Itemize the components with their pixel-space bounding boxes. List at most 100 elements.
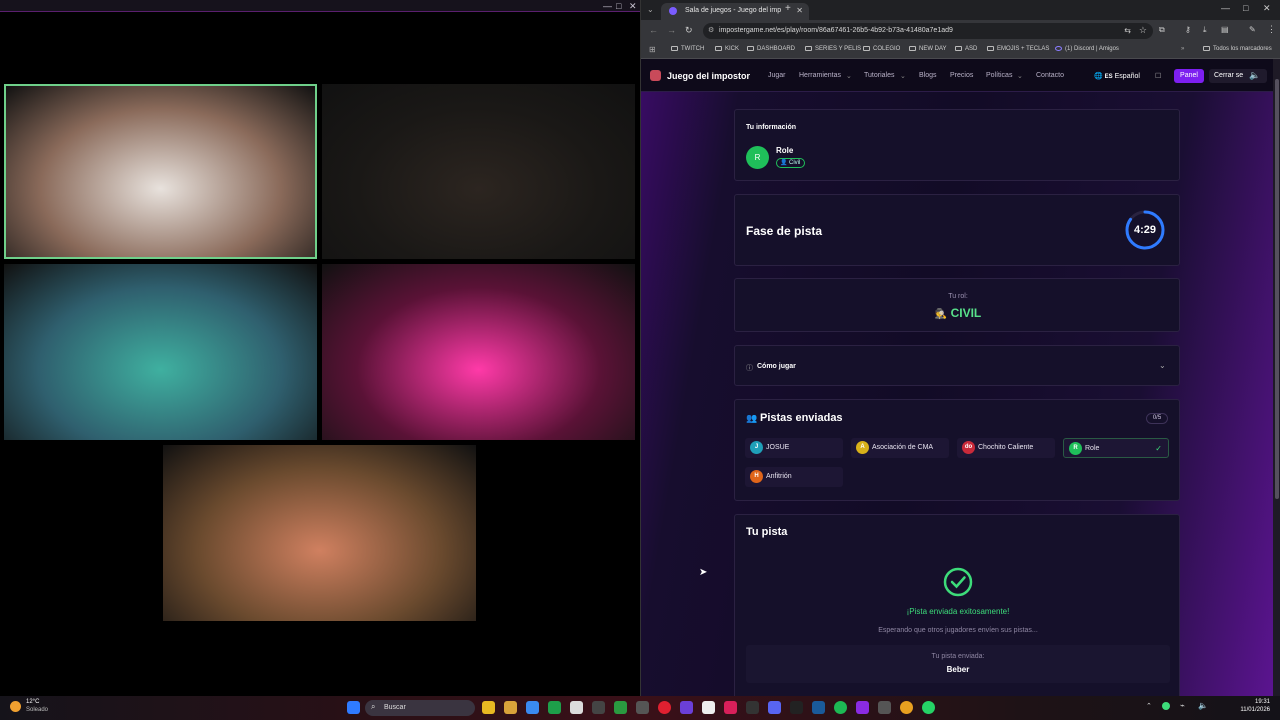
clock-date[interactable]: 11/01/2026 — [1230, 707, 1270, 713]
nav-precios[interactable]: Precios — [950, 72, 973, 79]
tab-search-icon[interactable]: ⌄ — [647, 5, 654, 14]
menu-icon[interactable]: ⋮ — [1267, 24, 1276, 35]
chevron-down-icon: ⌄ — [1017, 73, 1023, 80]
game-page: Juego del impostor Jugar Herramientas ⌄ … — [641, 59, 1273, 696]
brand-name[interactable]: Juego del impostor — [667, 71, 750, 81]
app-icon[interactable] — [526, 701, 539, 714]
tray-chevron-icon[interactable]: ⌃ — [1146, 702, 1152, 710]
bookmark-star-icon[interactable]: ☆ — [1139, 25, 1147, 36]
page-scrollbar[interactable] — [1273, 59, 1280, 696]
bookmark-all[interactable]: Todos los marcadores — [1203, 46, 1272, 52]
weather-sun-icon — [10, 701, 21, 712]
nav-contacto[interactable]: Contacto — [1036, 72, 1064, 79]
window-minimize-button[interactable]: — — [1221, 3, 1230, 13]
mouse-cursor-icon: ➤ — [699, 567, 708, 578]
weather-temp[interactable]: 12°C — [26, 699, 39, 705]
app-icon[interactable] — [570, 701, 583, 714]
windows-start-icon[interactable] — [347, 701, 360, 714]
tab-close-icon[interactable]: ✕ — [796, 6, 803, 15]
app-icon[interactable] — [856, 701, 869, 714]
detective-icon: 🕵 — [934, 309, 948, 320]
bookmark-emojis[interactable]: EMOJIS + TECLAS — [987, 46, 1049, 52]
player-chip: A Asociación de CMA — [851, 438, 949, 458]
clock-time[interactable]: 19:31 — [1238, 699, 1270, 705]
minimize-button[interactable]: — — [603, 1, 612, 11]
window-close-button[interactable]: ✕ — [1263, 3, 1271, 14]
app-icon[interactable] — [790, 701, 803, 714]
webcam-mid-left — [4, 264, 317, 440]
tray-app-icon[interactable] — [1162, 702, 1170, 710]
app-icon[interactable] — [680, 701, 693, 714]
nav-jugar[interactable]: Jugar — [768, 72, 786, 79]
profile-icon[interactable]: ✎ — [1249, 25, 1256, 34]
obs-icon[interactable] — [658, 701, 671, 714]
avatar: R — [746, 146, 769, 169]
bookmark-series[interactable]: SERIES Y PELIS — [805, 46, 861, 52]
app-icon[interactable] — [702, 701, 715, 714]
volume-icon[interactable]: 🔈 — [1198, 701, 1208, 710]
steam-icon[interactable] — [812, 701, 825, 714]
app-icon[interactable] — [548, 701, 561, 714]
downloads-icon[interactable]: ⤓ — [1203, 25, 1207, 35]
player-chip: J JOSUE — [745, 438, 843, 458]
help-icon: ⓘ — [746, 365, 753, 372]
webcam-top-left — [4, 84, 317, 259]
discord-icon[interactable] — [768, 701, 781, 714]
bookmark-asd[interactable]: ASD — [955, 46, 977, 52]
player-avatar: R — [1069, 442, 1082, 455]
bookmarks-overflow-icon[interactable]: » — [1181, 46, 1184, 52]
chevron-down-icon[interactable]: ⌄ — [1159, 361, 1166, 370]
extensions-icon[interactable]: ⧉ — [1159, 25, 1165, 35]
language-selector[interactable]: 🌐 ES Español — [1094, 72, 1140, 80]
translate-icon[interactable]: ⇆ — [1124, 26, 1131, 35]
app-icon[interactable] — [724, 701, 737, 714]
passwords-icon[interactable]: ⚷ — [1185, 25, 1191, 34]
app-icon[interactable] — [878, 701, 891, 714]
back-icon[interactable]: ← — [649, 25, 658, 35]
reload-icon[interactable]: ↻ — [685, 25, 693, 36]
bookmark-twitch[interactable]: TWITCH — [671, 46, 704, 52]
app-icon[interactable] — [592, 701, 605, 714]
spotify-icon[interactable] — [834, 701, 847, 714]
weather-desc[interactable]: Soleado — [26, 707, 48, 713]
file-explorer-icon[interactable] — [482, 701, 495, 714]
player-avatar: J — [750, 441, 763, 454]
taskbar-search[interactable]: ⌕ Buscar — [365, 700, 475, 716]
panel-button[interactable]: Panel — [1174, 69, 1204, 83]
whatsapp-icon[interactable] — [922, 701, 935, 714]
folder-icon[interactable] — [504, 701, 517, 714]
clues-title: Pistas enviadas — [760, 412, 843, 424]
window-maximize-button[interactable]: □ — [1243, 3, 1248, 13]
close-button[interactable]: ✕ — [629, 1, 637, 12]
bookmark-newday[interactable]: NEW DAY — [909, 46, 947, 52]
app-icon[interactable] — [746, 701, 759, 714]
network-icon[interactable]: ⌁ — [1180, 701, 1185, 710]
bookmark-kick[interactable]: KICK — [715, 46, 739, 52]
toolbar-icon[interactable]: ▤ — [1221, 25, 1229, 34]
info-card: Tu información R Role 👤 Civil — [734, 109, 1180, 181]
player-name: Role — [1085, 445, 1100, 452]
app-icon[interactable] — [636, 701, 649, 714]
player-name: Role — [776, 146, 794, 155]
brand-logo-icon — [650, 70, 661, 81]
url-field[interactable]: ⚙ impostergame.net/es/play/room/86a67461… — [703, 23, 1153, 39]
bookmark-discord[interactable]: (1) Discord | Amigos — [1055, 46, 1119, 52]
role-card: Tu rol: 🕵 CIVIL — [734, 278, 1180, 332]
nav-politicas[interactable]: Políticas — [986, 72, 1012, 79]
new-tab-button[interactable]: + — [785, 3, 791, 14]
apps-icon[interactable]: ⊞ — [649, 45, 656, 54]
forward-icon[interactable]: → — [667, 25, 676, 35]
maximize-button[interactable]: □ — [616, 1, 621, 11]
howto-card[interactable]: ⓘ Cómo jugar ⌄ — [734, 345, 1180, 386]
bookmark-colegio[interactable]: COLEGIO — [863, 46, 900, 52]
bookmark-dashboard[interactable]: DASHBOARD — [747, 46, 795, 52]
app-icon[interactable] — [614, 701, 627, 714]
nav-blogs[interactable]: Blogs — [919, 72, 937, 79]
nav-herramientas[interactable]: Herramientas — [799, 72, 841, 79]
scrollbar-thumb[interactable] — [1275, 79, 1279, 499]
theme-toggle-icon[interactable]: ☐ — [1155, 72, 1161, 80]
nav-tutoriales[interactable]: Tutoriales — [864, 72, 894, 79]
site-info-icon[interactable]: ⚙ — [708, 26, 714, 34]
chrome-icon[interactable] — [900, 701, 913, 714]
player-avatar: A — [856, 441, 869, 454]
